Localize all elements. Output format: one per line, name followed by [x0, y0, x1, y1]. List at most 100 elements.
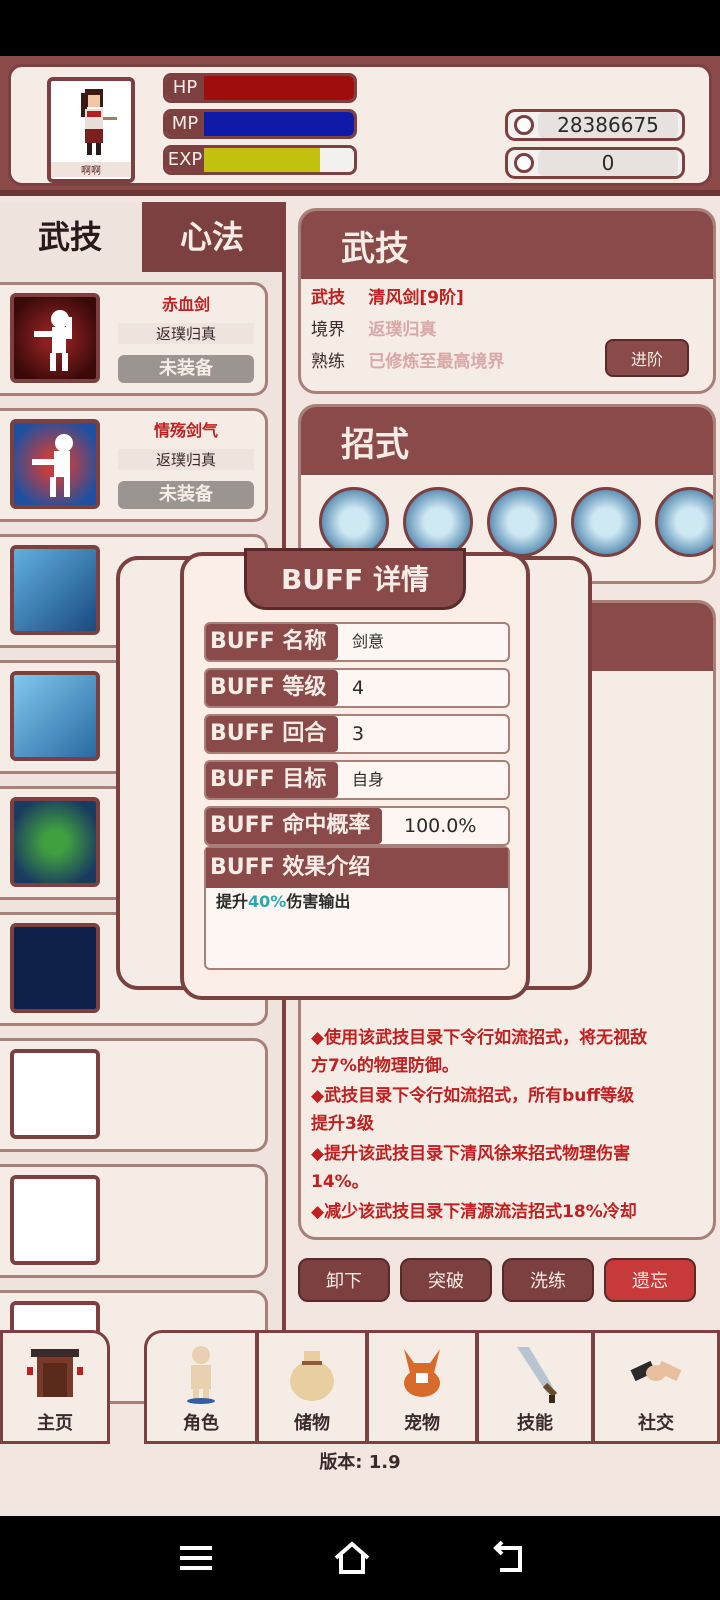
hp-label: HP — [166, 76, 204, 100]
gem-icon — [514, 153, 534, 173]
info-key: 境界 — [311, 320, 345, 340]
advance-button[interactable]: 进阶 — [605, 339, 689, 377]
hp-fill — [204, 76, 354, 100]
empty-skill-slot[interactable] — [0, 1164, 268, 1278]
skill-mastery-row: 熟练 已修炼至最高境界 — [311, 347, 504, 372]
nav-social[interactable]: 社交 — [592, 1330, 720, 1444]
gate-icon — [27, 1349, 83, 1397]
skill-card[interactable]: 赤血剑 返璞归真 未装备 — [0, 282, 268, 396]
home-icon[interactable] — [332, 1538, 372, 1578]
sword-skill-icon — [10, 923, 100, 1013]
gem-value: 0 — [538, 150, 678, 176]
buff-effect-text: 提升40%伤害输出 — [216, 888, 350, 912]
info-value: 已修炼至最高境界 — [368, 352, 505, 372]
info-value: 清风剑[9阶] — [368, 288, 464, 308]
effect-line: 14%。 — [311, 1172, 369, 1192]
buff-value: 剑意 — [352, 632, 385, 651]
sword-skill-icon — [10, 293, 100, 383]
info-value: 返璞归真 — [368, 320, 437, 340]
refine-button[interactable]: 洗练 — [502, 1258, 594, 1302]
version-label: 版本: 1.9 — [319, 1452, 401, 1473]
sword-skill-icon — [10, 671, 100, 761]
tab-martial-skills[interactable]: 武技 — [0, 202, 140, 272]
exp-fill — [204, 148, 320, 172]
character-sprite-icon — [81, 89, 117, 155]
nav-label: 角色 — [183, 1413, 219, 1434]
hp-bar: HP — [163, 73, 357, 103]
skill-tabs: 武技 心法 — [0, 202, 286, 272]
buff-value: 3 — [352, 723, 365, 745]
sword-icon — [517, 1347, 558, 1403]
sword-skill-icon — [10, 419, 100, 509]
buff-level-row: BUFF 等级 4 — [204, 668, 510, 708]
nav-label: 社交 — [638, 1413, 674, 1434]
buff-key: BUFF 命中概率 — [206, 808, 382, 844]
skill-info-section: 武技 武技 清风剑[9阶] 境界 返璞归真 熟练 已修炼至最高境界 进阶 — [298, 208, 716, 394]
forget-button[interactable]: 遗忘 — [604, 1258, 696, 1302]
exp-label: EXP — [166, 148, 204, 172]
sword-skill-icon — [10, 797, 100, 887]
coin-icon — [514, 115, 534, 135]
section-title: 招式 — [341, 425, 409, 465]
equip-status-button[interactable]: 未装备 — [118, 355, 254, 383]
gem-display: 0 — [505, 147, 685, 179]
skill-realm-row: 境界 返璞归真 — [311, 315, 436, 340]
skill-card[interactable]: 情殇剑气 返璞归真 未装备 — [0, 408, 268, 522]
info-key: 熟练 — [311, 352, 345, 372]
system-nav-bar — [0, 1516, 720, 1600]
effect-line: 方7%的物理防御。 — [311, 1056, 459, 1076]
tab-inner-arts[interactable]: 心法 — [142, 202, 282, 272]
nav-label: 宠物 — [404, 1413, 440, 1434]
avatar[interactable]: 啊啊 — [47, 77, 135, 183]
nav-inventory[interactable]: 储物 — [256, 1330, 368, 1444]
nav-skills[interactable]: 技能 — [476, 1330, 594, 1444]
buff-round-row: BUFF 回合 3 — [204, 714, 510, 754]
nav-home[interactable]: 主页 — [0, 1330, 110, 1444]
breakthrough-button[interactable]: 突破 — [400, 1258, 492, 1302]
nav-label: 主页 — [37, 1413, 73, 1434]
fox-icon — [404, 1349, 440, 1397]
handshake-icon — [630, 1360, 682, 1382]
effect-line: ◆提升该武技目录下清风徐来招式物理伤害 — [311, 1144, 631, 1164]
effect-line: 提升3级 — [311, 1114, 374, 1134]
gold-value: 28386675 — [538, 112, 678, 138]
nav-label: 技能 — [517, 1413, 553, 1434]
skill-realm: 返璞归真 — [118, 449, 254, 470]
effect-suffix: 伤害输出 — [286, 892, 351, 911]
empty-slot-icon — [10, 1049, 100, 1139]
buff-value: 4 — [352, 677, 365, 699]
equip-status-button[interactable]: 未装备 — [118, 481, 254, 509]
bag-icon — [290, 1351, 334, 1401]
gold-display: 28386675 — [505, 109, 685, 141]
game-screen: 啊啊 HP MP EXP 28386675 0 武技 心法 赤血剑 返璞归真 未… — [0, 56, 720, 1516]
empty-slot-icon — [10, 1175, 100, 1265]
move-icon[interactable] — [319, 487, 389, 557]
mp-label: MP — [166, 112, 204, 136]
buff-hit-row: BUFF 命中概率 100.0% — [204, 806, 510, 846]
back-icon[interactable] — [490, 1538, 530, 1578]
move-icon[interactable] — [403, 487, 473, 557]
move-icon[interactable] — [487, 487, 557, 557]
effect-line: ◆武技目录下令行如流招式，所有buff等级 — [311, 1086, 635, 1106]
unequip-button[interactable]: 卸下 — [298, 1258, 390, 1302]
buff-key: BUFF 名称 — [206, 624, 338, 660]
skill-title: 情殇剑气 — [153, 421, 218, 440]
nav-pets[interactable]: 宠物 — [366, 1330, 478, 1444]
buff-effect-heading: BUFF 效果介绍 — [206, 848, 508, 888]
menu-icon[interactable] — [176, 1538, 216, 1578]
nav-label: 储物 — [294, 1413, 330, 1434]
move-icon[interactable] — [655, 487, 713, 557]
player-header-panel: 啊啊 HP MP EXP 28386675 0 — [8, 64, 712, 186]
nav-character[interactable]: 角色 — [144, 1330, 258, 1444]
empty-skill-slot[interactable] — [0, 1038, 268, 1152]
effect-line: ◆使用该武技目录下令行如流招式，将无视敌 — [311, 1028, 648, 1048]
move-icon[interactable] — [571, 487, 641, 557]
mp-bar: MP — [163, 109, 357, 139]
avatar-name: 啊啊 — [51, 162, 131, 177]
moves-heading: 招式 — [301, 407, 713, 475]
section-title: 武技 — [341, 229, 409, 269]
buff-effect-box: BUFF 效果介绍 提升40%伤害输出 — [204, 846, 510, 970]
skill-info-heading: 武技 — [301, 211, 713, 279]
buff-value: 100.0% — [404, 815, 477, 837]
bottom-nav: 主页 角色 储物 宠物 技能 社交 — [0, 1330, 720, 1444]
